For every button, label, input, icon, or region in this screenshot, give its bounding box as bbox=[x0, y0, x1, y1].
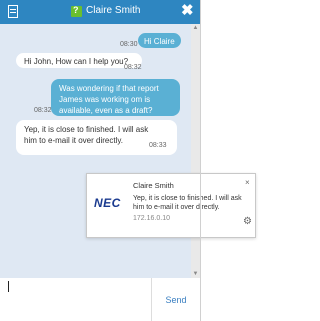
message-time: 08:33 bbox=[149, 142, 167, 149]
message-time: 08:32 bbox=[124, 64, 142, 71]
scroll-down-icon[interactable]: ▼ bbox=[191, 271, 200, 277]
message-text: Was wondering if that report James was w… bbox=[59, 84, 159, 115]
gear-icon[interactable]: ⚙ bbox=[243, 216, 252, 227]
message-input[interactable]: Send bbox=[0, 278, 200, 321]
notification-ip: 172.16.0.10 bbox=[133, 215, 170, 222]
chat-title-bar: Claire Smith ✖ bbox=[0, 0, 200, 24]
notification-message: Yep, it is close to finished. I will ask… bbox=[133, 195, 242, 211]
text-caret bbox=[8, 281, 9, 292]
send-button[interactable]: Send bbox=[151, 278, 200, 321]
desktop-notification[interactable]: NEC Claire Smith Yep, it is close to fin… bbox=[86, 173, 256, 238]
chat-history[interactable]: Hi Claire 08:30 Hi John, How can I help … bbox=[0, 24, 200, 278]
close-icon[interactable]: × bbox=[245, 178, 250, 187]
chat-scrollbar[interactable]: ▲ ▼ bbox=[191, 24, 200, 278]
app-logo-icon bbox=[71, 5, 82, 17]
notification-sender: Claire Smith bbox=[133, 181, 174, 190]
message-time: 08:30 bbox=[120, 41, 138, 48]
chat-title: Claire Smith bbox=[86, 5, 141, 16]
document-icon[interactable] bbox=[8, 5, 18, 18]
window-border bbox=[200, 0, 201, 321]
message-bubble-incoming: Yep, it is close to finished. I will ask… bbox=[16, 120, 177, 155]
message-text: Yep, it is close to finished. I will ask… bbox=[24, 125, 149, 145]
message-text: Hi Claire bbox=[144, 37, 175, 46]
scroll-up-icon[interactable]: ▲ bbox=[191, 25, 200, 31]
nec-logo: NEC bbox=[94, 196, 121, 210]
message-bubble-outgoing: Hi Claire bbox=[138, 33, 181, 48]
message-text: Hi John, How can I help you? bbox=[24, 57, 129, 66]
message-time: 08:32 bbox=[34, 107, 52, 114]
message-bubble-outgoing: Was wondering if that report James was w… bbox=[51, 79, 180, 116]
close-icon[interactable]: ✖ bbox=[181, 2, 194, 20]
